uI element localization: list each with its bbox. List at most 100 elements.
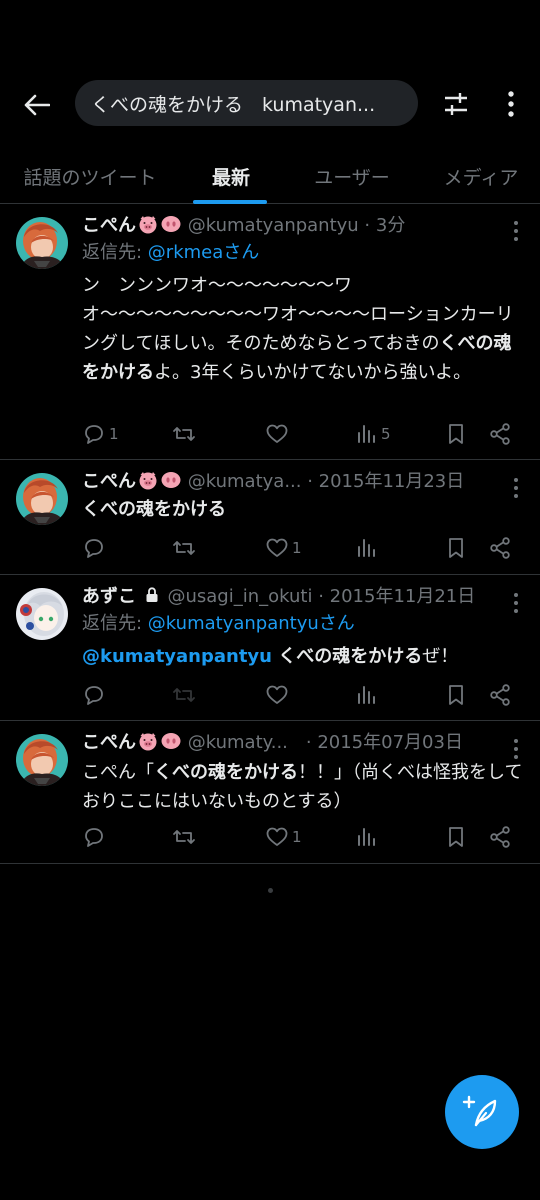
views-button[interactable] bbox=[354, 533, 378, 563]
reply-mention[interactable]: @kumatyanpantyuさん bbox=[148, 613, 355, 634]
tweet[interactable]: あずこ @usagi_in_okuti · 2015年11月21日 返信先: @… bbox=[0, 575, 540, 721]
search-input[interactable]: くべの魂をかける kumatyan... bbox=[75, 80, 418, 126]
pig-nose-icon bbox=[160, 731, 182, 751]
reply-button[interactable] bbox=[82, 533, 106, 563]
more-vertical-icon[interactable] bbox=[496, 88, 526, 120]
share-icon bbox=[488, 683, 512, 707]
retweet-icon bbox=[172, 825, 196, 849]
handle-and-time: @kumatya... · 2015年11月23日 bbox=[187, 471, 465, 492]
avatar[interactable] bbox=[16, 588, 68, 640]
retweet-button[interactable] bbox=[172, 533, 196, 563]
handle-and-time: @usagi_in_okuti · 2015年11月21日 bbox=[167, 586, 476, 607]
text-mention[interactable]: @kumatyanpantyu bbox=[82, 646, 272, 667]
reply-button[interactable] bbox=[82, 680, 106, 710]
share-icon bbox=[488, 536, 512, 560]
retweet-icon bbox=[172, 683, 196, 707]
views-icon bbox=[354, 422, 378, 446]
tweet-text: @kumatyanpantyu くべの魂をかけるぜ！ bbox=[82, 646, 459, 667]
pig-nose-icon bbox=[160, 214, 182, 234]
like-button[interactable] bbox=[265, 419, 289, 449]
tweet-menu-icon[interactable] bbox=[510, 221, 522, 241]
pig-face-icon bbox=[137, 214, 159, 234]
display-name[interactable]: こぺん bbox=[82, 732, 136, 753]
display-name[interactable]: こぺん bbox=[82, 471, 136, 492]
tweet-menu-icon[interactable] bbox=[510, 478, 522, 498]
views-icon bbox=[354, 536, 378, 560]
handle-and-time: @kumatyanpantyu · 3分 bbox=[187, 215, 406, 236]
share-button[interactable] bbox=[488, 419, 512, 449]
active-tab-indicator bbox=[193, 200, 267, 204]
retweet-button[interactable] bbox=[172, 822, 196, 852]
views-button[interactable] bbox=[354, 822, 378, 852]
tab-media[interactable]: メディア bbox=[422, 148, 540, 204]
display-name[interactable]: こぺん bbox=[82, 215, 136, 236]
bookmark-button[interactable] bbox=[444, 419, 468, 449]
pig-face-icon bbox=[137, 731, 159, 751]
views-icon bbox=[354, 683, 378, 707]
avatar[interactable] bbox=[16, 217, 68, 269]
bookmark-button[interactable] bbox=[444, 680, 468, 710]
loading-dot bbox=[268, 888, 273, 893]
views-icon bbox=[354, 825, 378, 849]
like-button[interactable] bbox=[265, 680, 289, 710]
sliders-icon[interactable] bbox=[440, 88, 472, 120]
share-button[interactable] bbox=[488, 680, 512, 710]
share-button[interactable] bbox=[488, 533, 512, 563]
retweet-button[interactable] bbox=[172, 419, 196, 449]
search-query: くべの魂をかける kumatyan... bbox=[91, 93, 376, 116]
tweet[interactable]: こぺん @kumaty... · 2015年07月03日 こぺん「くべの魂をかけ… bbox=[0, 721, 540, 864]
tab-users[interactable]: ユーザー bbox=[282, 148, 422, 204]
tweet-text: ン ンンンワオ〜〜〜〜〜〜〜ワオ〜〜〜〜〜〜〜〜〜ワオ〜〜〜〜ローションカーリン… bbox=[82, 275, 514, 383]
share-icon bbox=[488, 422, 512, 446]
tweet-actions: 1 5 bbox=[82, 419, 522, 449]
heart-icon bbox=[265, 422, 289, 446]
tweet-text: くべの魂をかける bbox=[82, 499, 226, 520]
views-button[interactable] bbox=[354, 680, 378, 710]
tweet-body: こぺん @kumaty... · 2015年07月03日 こぺん「くべの魂をかけ… bbox=[82, 730, 524, 816]
reply-mention[interactable]: @rkmeaさん bbox=[148, 242, 259, 263]
pig-nose-icon bbox=[160, 470, 182, 490]
tweet[interactable]: こぺん @kumatya... · 2015年11月23日 くべの魂をかける 1 bbox=[0, 460, 540, 575]
avatar[interactable] bbox=[16, 734, 68, 786]
tweet[interactable]: こぺん @kumatyanpantyu · 3分 返信先: @rkmeaさん ン… bbox=[0, 205, 540, 460]
retweet-icon bbox=[172, 422, 196, 446]
like-button[interactable]: 1 bbox=[265, 533, 302, 563]
tweet-body: こぺん @kumatyanpantyu · 3分 返信先: @rkmeaさん ン… bbox=[82, 213, 524, 387]
pig-face-icon bbox=[137, 470, 159, 490]
reply-icon bbox=[82, 825, 106, 849]
bookmark-icon bbox=[444, 422, 468, 446]
bookmark-icon bbox=[444, 683, 468, 707]
tab-latest[interactable]: 最新 bbox=[180, 148, 282, 204]
heart-icon bbox=[265, 825, 289, 849]
tab-top[interactable]: 話題のツイート bbox=[0, 148, 180, 204]
top-app-bar: くべの魂をかける kumatyan... 話題のツイート 最新 ユーザー メディ… bbox=[0, 0, 540, 205]
display-name[interactable]: あずこ bbox=[82, 586, 136, 607]
tweet-menu-icon[interactable] bbox=[510, 593, 522, 613]
bookmark-button[interactable] bbox=[444, 533, 468, 563]
avatar[interactable] bbox=[16, 473, 68, 525]
share-button[interactable] bbox=[488, 822, 512, 852]
tweet-actions: 1 bbox=[82, 533, 522, 563]
back-arrow-icon[interactable] bbox=[18, 86, 56, 124]
reply-button[interactable]: 1 bbox=[82, 419, 119, 449]
tweet-body: こぺん @kumatya... · 2015年11月23日 くべの魂をかける bbox=[82, 469, 524, 524]
tweet-actions: 1 bbox=[82, 822, 522, 852]
retweet-icon bbox=[172, 536, 196, 560]
tweet-actions bbox=[82, 680, 522, 710]
reply-to: 返信先: @kumatyanpantyuさん bbox=[82, 613, 355, 634]
reply-button[interactable] bbox=[82, 822, 106, 852]
bookmark-icon bbox=[444, 825, 468, 849]
share-icon bbox=[488, 825, 512, 849]
bookmark-button[interactable] bbox=[444, 822, 468, 852]
retweet-button-disabled bbox=[172, 680, 196, 710]
views-button[interactable]: 5 bbox=[354, 419, 391, 449]
search-tabs: 話題のツイート 最新 ユーザー メディア bbox=[0, 148, 540, 204]
lock-icon bbox=[146, 587, 158, 602]
tweet-menu-icon[interactable] bbox=[510, 739, 522, 759]
compose-tweet-button[interactable] bbox=[445, 1075, 519, 1149]
tweet-body: あずこ @usagi_in_okuti · 2015年11月21日 返信先: @… bbox=[82, 584, 524, 671]
reply-icon bbox=[82, 536, 106, 560]
like-button[interactable]: 1 bbox=[265, 822, 302, 852]
handle-and-time: @kumaty... · 2015年07月03日 bbox=[187, 732, 463, 753]
bookmark-icon bbox=[444, 536, 468, 560]
